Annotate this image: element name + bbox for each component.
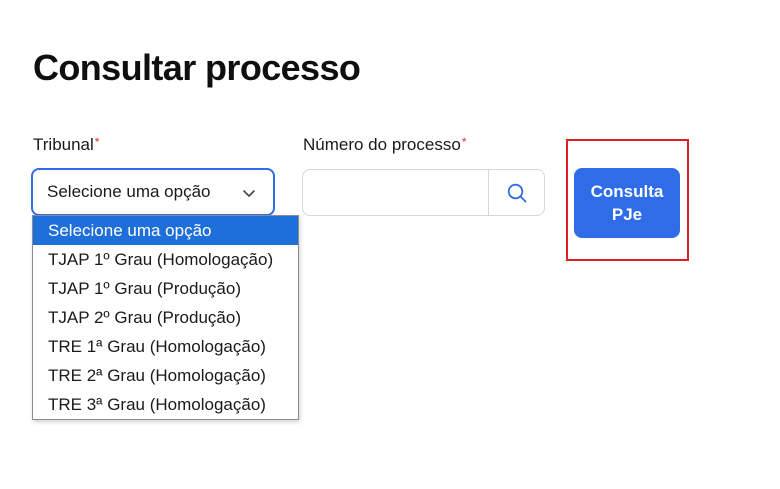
required-mark: * (94, 135, 100, 149)
dropdown-option[interactable]: TJAP 1º Grau (Homologação) (33, 245, 298, 274)
dropdown-option[interactable]: Selecione uma opção (33, 216, 298, 245)
numero-processo-label: Número do processo* (303, 135, 466, 155)
tribunal-select[interactable]: Selecione uma opção (31, 168, 275, 216)
numero-processo-input[interactable] (303, 170, 488, 215)
search-icon (507, 183, 526, 202)
dropdown-option[interactable]: TRE 3ª Grau (Homologação) (33, 390, 298, 419)
tribunal-dropdown-list: Selecione uma opção TJAP 1º Grau (Homolo… (32, 215, 299, 420)
required-mark: * (461, 135, 467, 149)
dropdown-option[interactable]: TJAP 2º Grau (Produção) (33, 303, 298, 332)
dropdown-option[interactable]: TJAP 1º Grau (Produção) (33, 274, 298, 303)
search-button[interactable] (488, 170, 544, 215)
tribunal-select-value: Selecione uma opção (47, 182, 211, 201)
dropdown-option[interactable]: TRE 1ª Grau (Homologação) (33, 332, 298, 361)
dropdown-option[interactable]: TRE 2ª Grau (Homologação) (33, 361, 298, 390)
tribunal-label-text: Tribunal (33, 135, 94, 154)
numero-processo-label-text: Número do processo (303, 135, 461, 154)
chevron-down-icon (243, 190, 255, 197)
tribunal-label: Tribunal* (33, 135, 99, 155)
consulta-pje-button[interactable]: Consulta PJe (574, 168, 680, 238)
numero-processo-field (302, 169, 545, 216)
page-title: Consultar processo (33, 47, 361, 88)
